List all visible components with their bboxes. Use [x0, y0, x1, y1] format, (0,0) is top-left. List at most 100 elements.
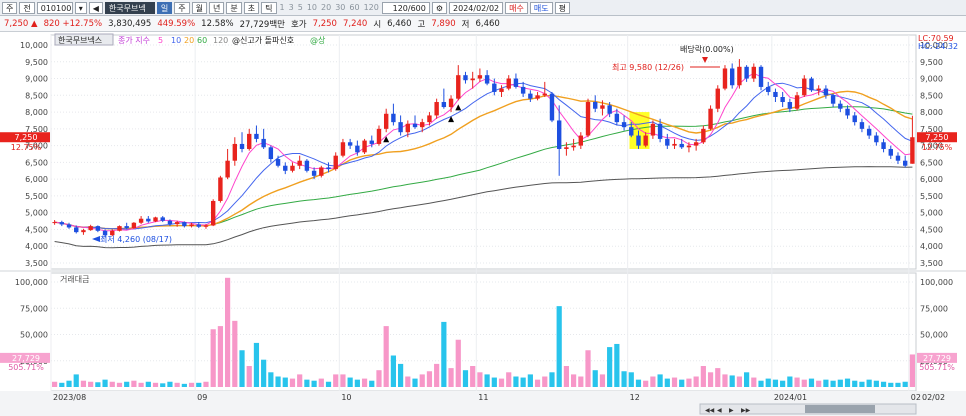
volume-bar [520, 377, 526, 387]
volume-bar [196, 382, 202, 387]
type-select[interactable]: 주 [2, 1, 18, 14]
candle [484, 75, 490, 84]
volume-bar [470, 366, 476, 387]
price-tick-left: 8,000 [25, 108, 48, 117]
left-volume-tag-text: 27,729 [12, 354, 40, 363]
buy-button[interactable]: 매수 [505, 1, 528, 14]
volume-bar [599, 374, 606, 387]
period-1[interactable]: 1 [279, 2, 286, 14]
candle [434, 102, 439, 116]
right-volume-pct: 505.71% [919, 363, 955, 372]
candle [470, 78, 475, 81]
speaker-icon[interactable]: ◀ [88, 1, 103, 14]
candle [773, 91, 778, 97]
candle [564, 147, 569, 149]
x-tick-label: 11 [478, 393, 488, 402]
volume-bar [816, 380, 822, 387]
volume-bar [549, 372, 555, 387]
candle [657, 123, 663, 139]
candle [852, 115, 857, 123]
period-60[interactable]: 60 [348, 2, 360, 14]
tab-year[interactable]: 년 [209, 1, 225, 14]
volume-bar [462, 370, 469, 387]
period-30[interactable]: 30 [334, 2, 346, 14]
candle [758, 66, 764, 87]
volume-bar [614, 343, 620, 387]
date-input[interactable]: 2024/02/02 [449, 1, 504, 14]
low-annotation: 최저 4,260 (08/17) [100, 234, 172, 244]
board-select[interactable]: 전 [19, 1, 35, 14]
volume-bar [542, 376, 548, 387]
sell-button[interactable]: 매도 [529, 1, 553, 14]
candle [290, 165, 295, 171]
volume-bar [361, 378, 368, 387]
low-price: 6,460 [475, 18, 500, 29]
tab-day[interactable]: 일 [156, 1, 173, 14]
legend-stock-name: 한국무브넥스 [58, 35, 102, 45]
period-3[interactable]: 3 [288, 2, 295, 14]
volume-bar [823, 379, 829, 387]
volume-bar [873, 380, 879, 387]
count-input[interactable]: 120/600 [381, 1, 430, 14]
volume-bar [152, 382, 159, 387]
volume-tick-right: 50,000 [920, 331, 948, 340]
ask-price: 7,240 [342, 18, 368, 29]
period-20[interactable]: 20 [320, 2, 332, 14]
period-10[interactable]: 10 [306, 2, 318, 14]
candle [621, 122, 627, 128]
avg-button[interactable]: 평 [554, 1, 570, 14]
volume-bar [80, 380, 87, 387]
volume-bar [722, 374, 728, 387]
tab-tick[interactable]: 틱 [261, 1, 277, 14]
x-tick-label: 02 [911, 393, 921, 402]
price-tick-right: 9,500 [920, 58, 943, 67]
volume-bar [232, 320, 238, 387]
tab-week[interactable]: 주 [174, 1, 190, 14]
candle [196, 224, 201, 227]
candle [794, 95, 800, 109]
volume-bar [405, 376, 411, 387]
candle [823, 88, 829, 96]
price-tick-right: 3,500 [920, 259, 943, 268]
candle [420, 122, 425, 128]
candle [506, 78, 511, 89]
candle [838, 103, 843, 109]
candle [254, 133, 259, 139]
candle [571, 145, 576, 148]
tab-minute[interactable]: 분 [226, 1, 242, 14]
hc-label: HC:-24.32 [918, 42, 958, 51]
volume-bar [261, 359, 267, 387]
volume-bar [650, 376, 656, 387]
volume-bar [837, 379, 843, 387]
volume-bar [167, 381, 173, 387]
x-right-date: 02/02 [922, 393, 945, 402]
volume-bar [621, 371, 627, 387]
candle [355, 145, 360, 153]
volume-bar [246, 366, 252, 387]
tab-second[interactable]: 초 [243, 1, 260, 14]
candle [859, 122, 865, 129]
volume-panel-title: 거래대금 [60, 275, 89, 284]
candle [138, 218, 144, 223]
candle [463, 75, 468, 81]
volume-bar [780, 380, 786, 387]
candle [578, 135, 584, 146]
tab-month[interactable]: 월 [191, 1, 208, 14]
period-5[interactable]: 5 [297, 2, 304, 14]
stock-chart[interactable]: 3,500 3,500 4,000 4,000 4,500 4,500 5,000 5,000… [0, 33, 966, 416]
price-tick-right: 4,500 [920, 225, 943, 234]
candle [715, 88, 720, 109]
candle [528, 93, 533, 99]
amount: 27,729백만 [239, 19, 285, 30]
bid-price: 7,250 [312, 18, 337, 29]
chart-settings-icon[interactable]: ⚙ [431, 1, 448, 14]
volume-bar [477, 372, 483, 387]
period-120[interactable]: 120 [363, 2, 380, 14]
search-icon[interactable]: ▾ [74, 1, 87, 14]
code-input[interactable]: 010100 [36, 1, 73, 14]
volume-bar [909, 354, 915, 387]
candle [895, 155, 901, 161]
candle [210, 200, 216, 226]
legend-ma-10: 10 [171, 36, 181, 45]
candle [189, 224, 194, 227]
